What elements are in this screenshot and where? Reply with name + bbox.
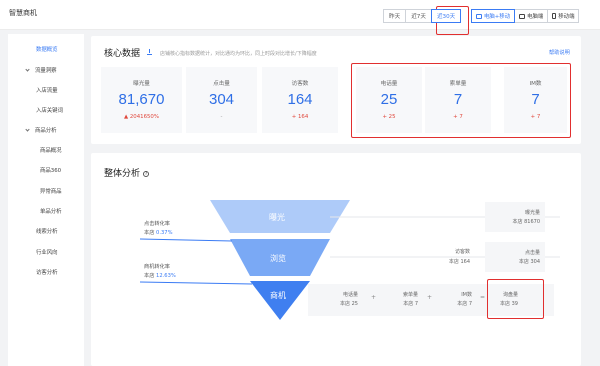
im-value: 7 <box>468 301 472 307</box>
visitors-metric-label: 访客数 <box>454 249 470 255</box>
visitors-metric-value: 本店 164 <box>430 258 470 265</box>
clicks-metric: 点击量 本店 304 <box>485 242 545 272</box>
store-label: 本店 <box>457 301 468 307</box>
exposure-value: 81670 <box>524 219 540 225</box>
store-label: 本店 <box>518 259 529 265</box>
funnel-label-leads: 商机 <box>270 291 286 300</box>
lead-rate-label: 商机转化率 <box>144 264 170 270</box>
metric-label: 点击量 <box>524 250 540 256</box>
funnel-label-exposure: 曝光 <box>269 213 285 222</box>
store-label: 本店 <box>448 259 459 265</box>
metric-value: 本店 81670 <box>512 218 540 225</box>
plus-operator: + <box>371 294 377 301</box>
store-label: 本店 <box>340 301 351 307</box>
pc-mobile-icon <box>476 13 482 19</box>
orders-metric-label: 索单量 <box>402 292 418 298</box>
im-metric-value: 本店 7 <box>436 300 472 307</box>
device-all-label: 电脑+移动 <box>484 14 511 20</box>
metric-value: 本店 304 <box>519 258 540 265</box>
device-all-button[interactable]: 电脑+移动 <box>471 9 516 23</box>
equals-operator: = <box>480 294 486 301</box>
lead-rate-store: 本店 12.63% <box>144 272 176 279</box>
phone-metric-value: 本店 25 <box>320 300 358 307</box>
visitors-value: 164 <box>460 259 470 265</box>
range-30days-button[interactable]: 近30天 <box>430 9 462 23</box>
store-label: 本店 <box>144 273 155 279</box>
clicks-value: 304 <box>530 259 540 265</box>
im-metric-label: IM数 <box>461 292 472 298</box>
orders-metric-value: 本店 7 <box>380 300 418 307</box>
store-label: 本店 <box>403 301 414 307</box>
click-rate-store: 本店 0.37% <box>144 229 173 236</box>
phone-value: 25 <box>351 301 358 307</box>
click-rate-label: 点击转化率 <box>144 221 170 227</box>
plus-operator: + <box>427 294 433 301</box>
store-label: 本店 <box>144 230 155 236</box>
metric-label: 曝光量 <box>524 210 540 216</box>
lead-rate-line <box>139 281 253 285</box>
phone-metric-label: 电话量 <box>342 292 358 298</box>
highlight-box-leads <box>487 279 544 319</box>
exposure-metric: 曝光量 本店 81670 <box>485 202 545 232</box>
click-rate-value: 0.37% <box>156 230 173 236</box>
store-label: 本店 <box>512 219 523 225</box>
orders-value: 7 <box>414 301 418 307</box>
lead-rate-value: 12.63% <box>156 273 176 279</box>
funnel-label-browse: 浏览 <box>270 254 286 263</box>
click-rate-line <box>139 238 233 242</box>
